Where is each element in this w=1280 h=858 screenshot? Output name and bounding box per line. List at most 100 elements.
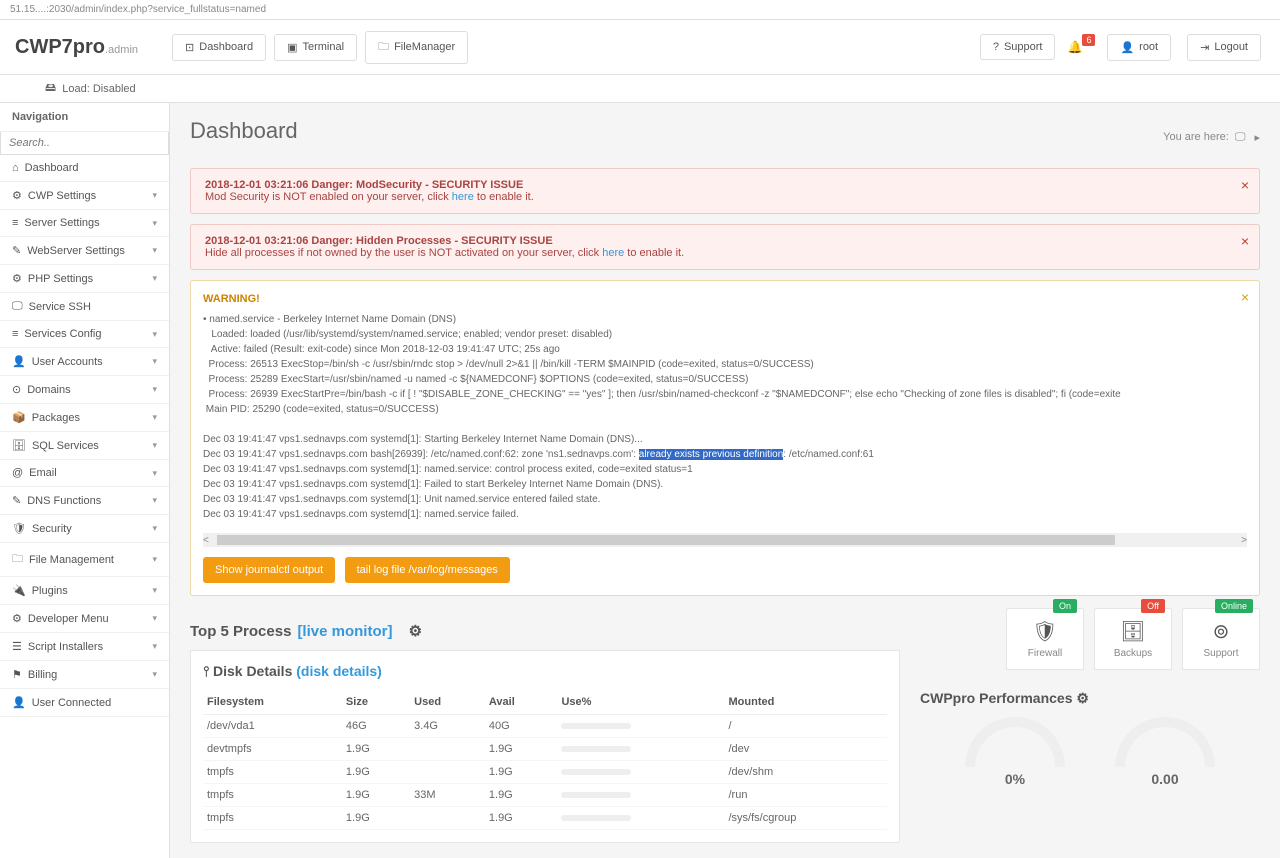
sidebar-item-dns-functions[interactable]: ✎DNS Functions▾	[0, 487, 169, 515]
sidebar-item-file-management[interactable]: 🗀File Management▾	[0, 543, 169, 577]
chevron-down-icon: ▾	[152, 356, 157, 367]
sidebar-item-developer-menu[interactable]: ⚙Developer Menu▾	[0, 605, 169, 633]
nav-title: Navigation	[0, 103, 169, 132]
journalctl-button[interactable]: Show journalctl output	[203, 557, 335, 583]
gauge-1: 0%	[960, 717, 1070, 787]
tail-log-button[interactable]: tail log file /var/log/messages	[345, 557, 510, 583]
nav-icon: 🗀	[12, 550, 23, 569]
nav-icon: ⚙	[12, 272, 22, 285]
close-icon[interactable]: ×	[1241, 177, 1249, 193]
nav-label: Plugins	[32, 585, 68, 597]
sidebar-item-security[interactable]: 🛡Security▾	[0, 515, 169, 543]
nav-icon: ✎	[12, 244, 21, 257]
monitor-icon: 🖵	[1235, 131, 1246, 144]
nav-label: Services Config	[24, 328, 101, 340]
logout-button[interactable]: ⇥Logout	[1187, 34, 1261, 61]
dashboard-icon: ⊡	[185, 41, 194, 54]
close-icon[interactable]: ×	[1241, 289, 1249, 305]
backups-card[interactable]: Off🗄Backups	[1094, 608, 1172, 670]
chevron-down-icon: ▾	[152, 468, 157, 479]
nav-label: Billing	[28, 669, 57, 681]
sidebar-item-billing[interactable]: ⚑Billing▾	[0, 661, 169, 689]
live-monitor-link[interactable]: [live monitor]	[297, 623, 392, 640]
notifications-button[interactable]: 🔔6	[1067, 40, 1095, 54]
firewall-card[interactable]: On🛡Firewall	[1006, 608, 1084, 670]
sidebar-item-user-connected[interactable]: 👤User Connected	[0, 689, 169, 717]
sidebar-item-service-ssh[interactable]: 🖵Service SSH	[0, 293, 169, 321]
table-row: tmpfs1.9G33M1.9G/run	[203, 784, 887, 807]
user-button[interactable]: 👤root	[1107, 34, 1171, 61]
terminal-button[interactable]: ▣Terminal	[274, 34, 357, 61]
nav-icon: ⚙	[12, 612, 22, 625]
nav-icon: ☰	[12, 640, 22, 653]
nav-icon: 🔌	[12, 584, 26, 597]
page-title: Dashboard	[190, 118, 298, 144]
nav-label: DNS Functions	[27, 495, 101, 507]
highlighted-text: already exists previous definition	[639, 449, 784, 460]
sidebar-item-user-accounts[interactable]: 👤User Accounts▾	[0, 348, 169, 376]
lifering-icon: ⊚	[1197, 619, 1245, 644]
nav-label: File Management	[29, 554, 114, 566]
chevron-down-icon: ▾	[152, 384, 157, 395]
sidebar-item-sql-services[interactable]: 🗄SQL Services▾	[0, 432, 169, 460]
close-icon[interactable]: ×	[1241, 233, 1249, 249]
table-row: tmpfs1.9G1.9G/sys/fs/cgroup	[203, 807, 887, 830]
sidebar-item-plugins[interactable]: 🔌 Plugins ▾	[0, 577, 169, 605]
sidebar-item-email[interactable]: @Email▾	[0, 460, 169, 487]
sidebar-item-services-config[interactable]: ≡Services Config▾	[0, 321, 169, 348]
alert-title: 2018-12-01 03:21:06 Danger: Hidden Proce…	[205, 235, 1245, 247]
nav-label: Email	[29, 467, 57, 479]
table-row: tmpfs1.9G1.9G/dev/shm	[203, 761, 887, 784]
disk-details-link[interactable]: (disk details)	[296, 663, 382, 679]
gauge-2: 0.00	[1110, 717, 1220, 787]
table-header: Used	[410, 690, 485, 715]
bell-icon: 🔔	[1067, 40, 1082, 54]
status-badge: Off	[1141, 599, 1165, 613]
folder-icon: 🗀	[378, 38, 389, 57]
chevron-down-icon: ▾	[152, 218, 157, 229]
content: Dashboard You are here: 🖵 ▸ × 2018-12-01…	[170, 103, 1280, 858]
sidebar-item-domains[interactable]: ⊙Domains▾	[0, 376, 169, 404]
nav-icon: 🗄	[12, 439, 26, 452]
service-log: • named.service - Berkeley Internet Name…	[203, 313, 1247, 529]
gear-icon[interactable]: ⚙	[409, 622, 422, 640]
chevron-down-icon: ▾	[152, 412, 157, 423]
enable-link[interactable]: here	[452, 191, 474, 203]
gear-icon[interactable]: ⚙	[1076, 690, 1089, 706]
nav-icon: ≡	[12, 217, 18, 229]
alert-hidden-processes: × 2018-12-01 03:21:06 Danger: Hidden Pro…	[190, 224, 1260, 270]
nav-label: CWP Settings	[28, 190, 96, 202]
sidebar-item-server-settings[interactable]: ≡Server Settings▾	[0, 210, 169, 237]
warning-title: WARNING!	[203, 293, 1247, 305]
sidebar-item-dashboard[interactable]: ⌂ Dashboard	[0, 155, 169, 182]
sidebar-item-script-installers[interactable]: ☰Script Installers▾	[0, 633, 169, 661]
dashboard-button[interactable]: ⊡Dashboard	[172, 34, 266, 61]
enable-link[interactable]: here	[602, 247, 624, 259]
user-icon: 👤	[1120, 41, 1134, 54]
nav-label: User Accounts	[32, 356, 103, 368]
nav-icon: ⚑	[12, 668, 22, 681]
support-button[interactable]: ?Support	[980, 34, 1056, 60]
sidebar-item-cwp-settings[interactable]: ⚙CWP Settings▾	[0, 182, 169, 210]
nav-label: Script Installers	[28, 641, 103, 653]
chart-icon: ⫯	[203, 663, 209, 679]
nav-label: Developer Menu	[28, 613, 109, 625]
load-bar: 🖴 Load: Disabled	[0, 75, 1280, 103]
chevron-down-icon: ▾	[152, 245, 157, 256]
support-card[interactable]: Online⊚Support	[1182, 608, 1260, 670]
chevron-down-icon: ▾	[152, 440, 157, 451]
search-input[interactable]	[0, 132, 169, 155]
warning-box: × WARNING! • named.service - Berkeley In…	[190, 280, 1260, 596]
sidebar-item-packages[interactable]: 📦Packages▾	[0, 404, 169, 432]
nav-label: Dashboard	[25, 162, 79, 174]
table-header: Avail	[485, 690, 558, 715]
table-header: Filesystem	[203, 690, 342, 715]
sidebar-item-php-settings[interactable]: ⚙PHP Settings▾	[0, 265, 169, 293]
nav-icon: ⌂	[12, 162, 19, 174]
sidebar-item-webserver-settings[interactable]: ✎WebServer Settings▾	[0, 237, 169, 265]
nav-label: User Connected	[32, 697, 112, 709]
chevron-down-icon: ▾	[152, 190, 157, 201]
filemanager-button[interactable]: 🗀FileManager	[365, 31, 468, 64]
horizontal-scrollbar[interactable]: <>	[203, 533, 1247, 547]
chevron-down-icon: ▾	[152, 585, 157, 596]
